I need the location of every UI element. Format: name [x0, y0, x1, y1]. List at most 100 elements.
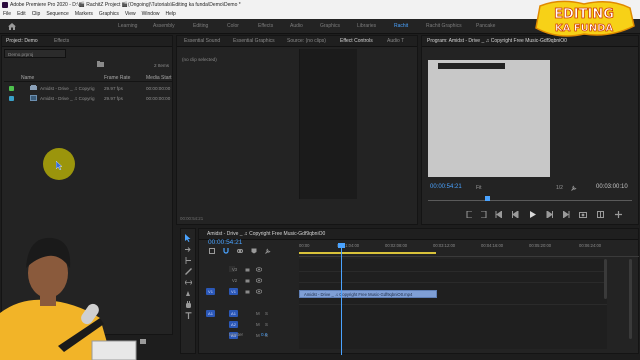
audio-meter-scroll[interactable] [629, 259, 632, 339]
item-start: 00:00:00:00 [146, 86, 171, 91]
program-playhead-marker[interactable] [485, 196, 490, 201]
workspace-tab-editing[interactable]: Editing [193, 19, 208, 34]
tab-project[interactable]: Project: Demo [6, 36, 38, 47]
timeline-clip[interactable]: Amidst - Drive _ ♫ Copyright Free Music-… [299, 290, 437, 298]
col-media-start[interactable]: Media Start [146, 75, 172, 81]
mute-button[interactable]: M [256, 311, 260, 316]
go-to-in-icon[interactable] [495, 211, 502, 218]
play-icon[interactable] [529, 211, 536, 218]
mark-in-icon[interactable] [466, 211, 473, 218]
toggle-output-eye-icon[interactable] [256, 289, 262, 294]
comparison-view-icon[interactable] [597, 211, 604, 218]
workspace-tab-effects[interactable]: Effects [258, 19, 273, 34]
workspace-tab-color[interactable]: Color [227, 19, 239, 34]
mouse-pointer-icon [56, 161, 63, 170]
solo-button[interactable]: S [265, 311, 268, 316]
hand-tool-icon[interactable] [185, 301, 192, 308]
pen-tool-icon[interactable] [185, 290, 192, 297]
button-editor-icon[interactable] [615, 211, 622, 218]
ruler-tick-label: 00:00 [299, 243, 310, 248]
track-target-v1[interactable]: V1 [229, 288, 238, 295]
time-ruler[interactable]: 00:00 00:01:04:00 00:02:08:00 00:03:12:0… [299, 241, 639, 257]
track-select-tool-icon[interactable] [185, 246, 192, 253]
menu-graphics[interactable]: Graphics [99, 10, 119, 19]
zoom-fit-dropdown[interactable]: Fit [476, 185, 482, 191]
workspace-tab-libraries[interactable]: Libraries [357, 19, 376, 34]
linked-selection-icon[interactable] [237, 248, 243, 254]
timeline-settings-icon[interactable] [265, 248, 271, 254]
solo-button[interactable]: S [265, 322, 268, 327]
new-bin-icon[interactable] [97, 61, 104, 67]
mute-button[interactable]: M [256, 333, 260, 338]
mark-out-icon[interactable] [480, 211, 487, 218]
add-marker-icon[interactable] [251, 248, 257, 254]
toggle-output-eye-icon[interactable] [256, 267, 262, 272]
timeline-playhead-timecode[interactable]: 00:00:54:21 [208, 239, 242, 246]
tab-effects[interactable]: Effects [54, 36, 69, 47]
workspace-tab-audio[interactable]: Audio [290, 19, 303, 34]
step-forward-icon[interactable] [546, 211, 553, 218]
track-divider [299, 282, 607, 283]
timeline-playhead[interactable] [341, 245, 342, 355]
track-target-a1[interactable]: A1 [229, 310, 238, 317]
track-target-a2[interactable]: A2 [229, 321, 238, 328]
program-video-frame[interactable] [428, 60, 550, 177]
slip-tool-icon[interactable] [185, 279, 192, 286]
menu-file[interactable]: File [3, 10, 11, 19]
selection-tool-icon[interactable] [185, 234, 192, 242]
menu-clip[interactable]: Clip [32, 10, 41, 19]
workspace-tab-assembly[interactable]: Assembly [153, 19, 175, 34]
col-frame-rate[interactable]: Frame Rate [104, 75, 130, 81]
playback-resolution-dropdown[interactable]: 1/2 [556, 185, 563, 191]
menu-help[interactable]: Help [165, 10, 175, 19]
export-frame-icon[interactable] [579, 211, 587, 218]
label-color-chip [9, 86, 14, 91]
tab-essential-graphics[interactable]: Essential Graphics [233, 36, 275, 47]
wrench-icon[interactable] [571, 185, 577, 191]
workspace-tab-pancake[interactable]: Pancake [476, 19, 495, 34]
type-tool-icon[interactable] [185, 312, 192, 319]
source-patch-a1[interactable]: A1 [206, 310, 215, 317]
menu-sequence[interactable]: Sequence [46, 10, 69, 19]
menu-markers[interactable]: Markers [75, 10, 93, 19]
menu-edit[interactable]: Edit [17, 10, 26, 19]
vertical-scrollbar[interactable] [604, 259, 607, 299]
col-name[interactable]: Name [21, 75, 34, 81]
go-to-out-icon[interactable] [563, 211, 570, 218]
ripple-edit-tool-icon[interactable] [185, 257, 192, 264]
razor-tool-icon[interactable] [185, 268, 192, 275]
program-duration: 00:03:00:10 [596, 184, 628, 190]
sync-lock-icon[interactable] [245, 278, 250, 283]
workspace-tab-rachit[interactable]: Rachit [394, 19, 408, 34]
list-item[interactable]: Amidst - Drive _ ♫ Copyrig 29.97 fps 00:… [8, 84, 171, 93]
list-item[interactable]: Amidst - Drive _ ♫ Copyrig 29.97 fps 00:… [8, 94, 170, 103]
menu-window[interactable]: Window [142, 10, 160, 19]
workspace-tab-rachit-graphics[interactable]: Rachit Graphics [426, 19, 462, 34]
home-icon[interactable] [8, 23, 16, 30]
sync-lock-icon[interactable] [245, 267, 250, 272]
tab-effect-controls[interactable]: Effect Controls [340, 36, 373, 47]
program-playhead-timecode[interactable]: 00:00:54:21 [430, 184, 462, 190]
tab-source[interactable]: Source: (no clips) [287, 36, 326, 47]
work-area-bar[interactable] [299, 252, 436, 254]
tab-audio-track-mixer[interactable]: Audio T [387, 36, 404, 47]
workspace-tab-graphics[interactable]: Graphics [320, 19, 340, 34]
menu-view[interactable]: View [125, 10, 136, 19]
playhead-handle[interactable] [338, 243, 345, 248]
tab-essential-sound[interactable]: Essential Sound [184, 36, 220, 47]
bin-path[interactable]: Demo.prproj [4, 49, 66, 58]
nest-toggle-icon[interactable] [209, 248, 215, 254]
workspace-tab-learning[interactable]: Learning [118, 19, 137, 34]
track-area[interactable]: Amidst - Drive _ ♫ Copyright Free Music-… [299, 259, 607, 349]
snap-icon[interactable] [223, 248, 229, 254]
program-scrub-bar[interactable] [428, 200, 632, 201]
step-back-icon[interactable] [512, 211, 519, 218]
mute-button[interactable]: M [256, 322, 260, 327]
toggle-output-eye-icon[interactable] [256, 278, 262, 283]
bin-name: Demo.prproj [8, 52, 34, 57]
channel-logo: EDITING KA FUNDA [535, 0, 635, 37]
sync-lock-icon[interactable] [245, 289, 250, 294]
source-patch-v1[interactable]: V1 [206, 288, 215, 295]
timeline-header: Amidst - Drive _ ♫ Copyright Free Music-… [199, 229, 638, 240]
master-volume-value[interactable]: 0.0 [261, 332, 267, 337]
